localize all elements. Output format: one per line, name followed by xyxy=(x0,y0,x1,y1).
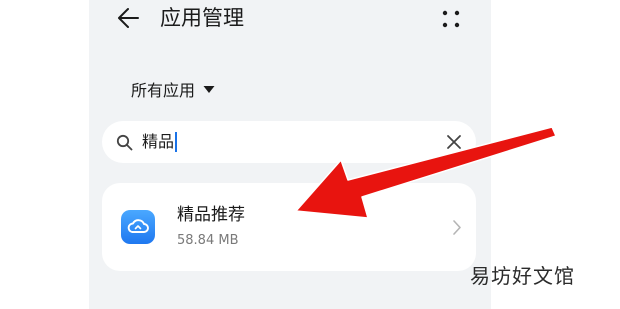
dropdown-triangle-icon xyxy=(203,85,215,93)
app-name: 精品推荐 xyxy=(177,205,245,225)
page-title: 应用管理 xyxy=(160,6,244,30)
app-list-item[interactable] xyxy=(102,183,476,271)
watermark-text: 易坊好文馆 xyxy=(470,264,575,288)
chevron-right-icon xyxy=(453,220,461,235)
clear-icon[interactable] xyxy=(446,134,462,150)
text-caret xyxy=(175,132,178,152)
search-query: 精品 xyxy=(142,132,175,151)
app-size: 58.84 MB xyxy=(177,233,239,248)
cloud-app-icon xyxy=(121,210,155,244)
search-input[interactable]: 精品 xyxy=(142,131,178,153)
more-dots-icon[interactable] xyxy=(440,8,462,30)
filter-label: 所有应用 xyxy=(131,81,196,100)
search-icon xyxy=(116,134,133,151)
app-filter-dropdown[interactable]: 所有应用 xyxy=(131,77,215,101)
back-arrow-icon[interactable] xyxy=(116,6,142,30)
